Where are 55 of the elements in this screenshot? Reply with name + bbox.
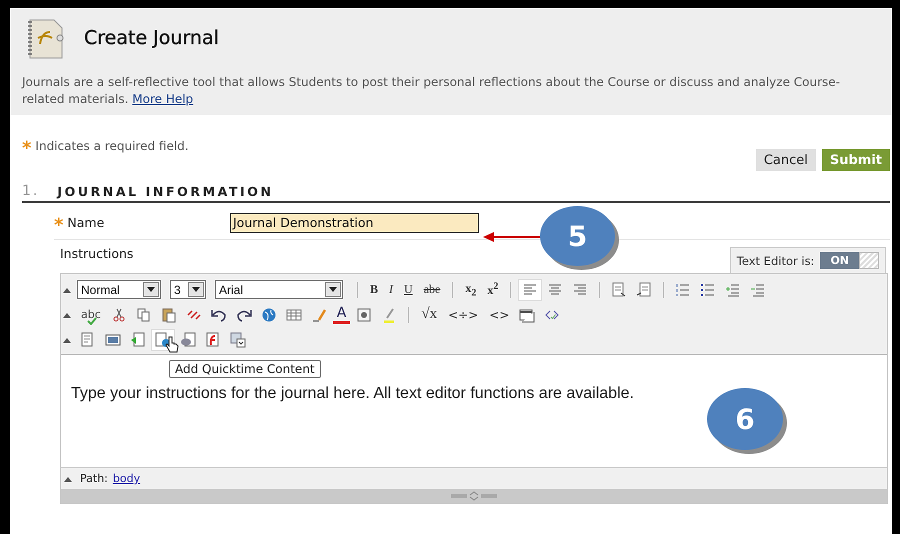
media-file-icon xyxy=(130,332,146,348)
tooltip: Add Quicktime Content xyxy=(169,360,321,378)
page-description: Journals are a self-reflective tool that allows Students to post their personal reflections about the Course or discuss and analyze Course-related materials. More Help xyxy=(22,74,841,108)
collapse-icon[interactable] xyxy=(63,312,71,318)
format-button[interactable]: U xyxy=(400,280,417,300)
collapse-icon[interactable] xyxy=(63,336,71,342)
resize-handle[interactable] xyxy=(61,489,887,503)
document-icon xyxy=(636,282,652,298)
paste-icon xyxy=(160,306,177,322)
numbered-list-icon xyxy=(675,282,692,298)
format-button[interactable]: B xyxy=(366,280,382,300)
page-title: Create Journal xyxy=(84,27,219,49)
cancel-button[interactable]: Cancel xyxy=(756,149,816,171)
collapse-icon[interactable] xyxy=(63,286,71,292)
editor-text: Type your instructions for the journal here. All text editor functions are available. xyxy=(71,385,635,403)
format-button[interactable]: x$^{2}$ xyxy=(483,280,502,300)
copy-icon xyxy=(136,306,152,322)
collapse-icon[interactable] xyxy=(64,476,72,482)
check-icon xyxy=(87,316,97,324)
format-button[interactable]: <> xyxy=(485,304,514,324)
field-label: Instructions xyxy=(60,246,134,261)
image-icon xyxy=(105,332,121,348)
hand-cursor-icon xyxy=(165,336,179,354)
format-button[interactable]: I xyxy=(385,280,398,300)
format-button[interactable]: x$_{2}$ xyxy=(461,280,480,300)
path-label: Path: xyxy=(80,472,108,485)
bullet-list-icon xyxy=(700,282,716,298)
align-center-icon xyxy=(547,282,564,298)
format-button[interactable]: abe xyxy=(420,280,444,300)
document-icon xyxy=(611,282,628,298)
format-button[interactable]: √x xyxy=(417,304,442,324)
dropdown[interactable]: 3 xyxy=(170,280,206,299)
dropdown[interactable]: Normal xyxy=(77,280,161,299)
format-button[interactable]: <÷> xyxy=(444,304,482,324)
table-icon xyxy=(286,306,302,322)
window-icon xyxy=(519,306,536,322)
path-link[interactable]: body xyxy=(112,472,140,485)
toggle-label: Text Editor is: xyxy=(736,254,814,268)
help-link[interactable]: More Help xyxy=(132,92,194,106)
spellcheck-button[interactable]: abc xyxy=(77,304,105,324)
font-color-button[interactable]: A xyxy=(332,306,350,324)
globe-icon xyxy=(260,306,277,322)
section-title: JOURNAL INFORMATION xyxy=(57,184,274,199)
resize-grip-icon xyxy=(449,491,499,501)
align-right-icon xyxy=(572,282,588,298)
pencil-icon xyxy=(310,306,327,322)
name-field[interactable]: Journal Demonstration xyxy=(230,213,479,233)
step-callout: 5 xyxy=(540,206,615,266)
dropdown[interactable]: Arial xyxy=(215,280,343,299)
pointer-arrow xyxy=(483,232,541,242)
align-left-button[interactable] xyxy=(519,280,542,300)
section-number: 1. xyxy=(22,183,40,199)
flash-file-icon xyxy=(205,332,221,348)
align-left-icon xyxy=(522,282,538,298)
scissors-icon xyxy=(110,306,127,322)
